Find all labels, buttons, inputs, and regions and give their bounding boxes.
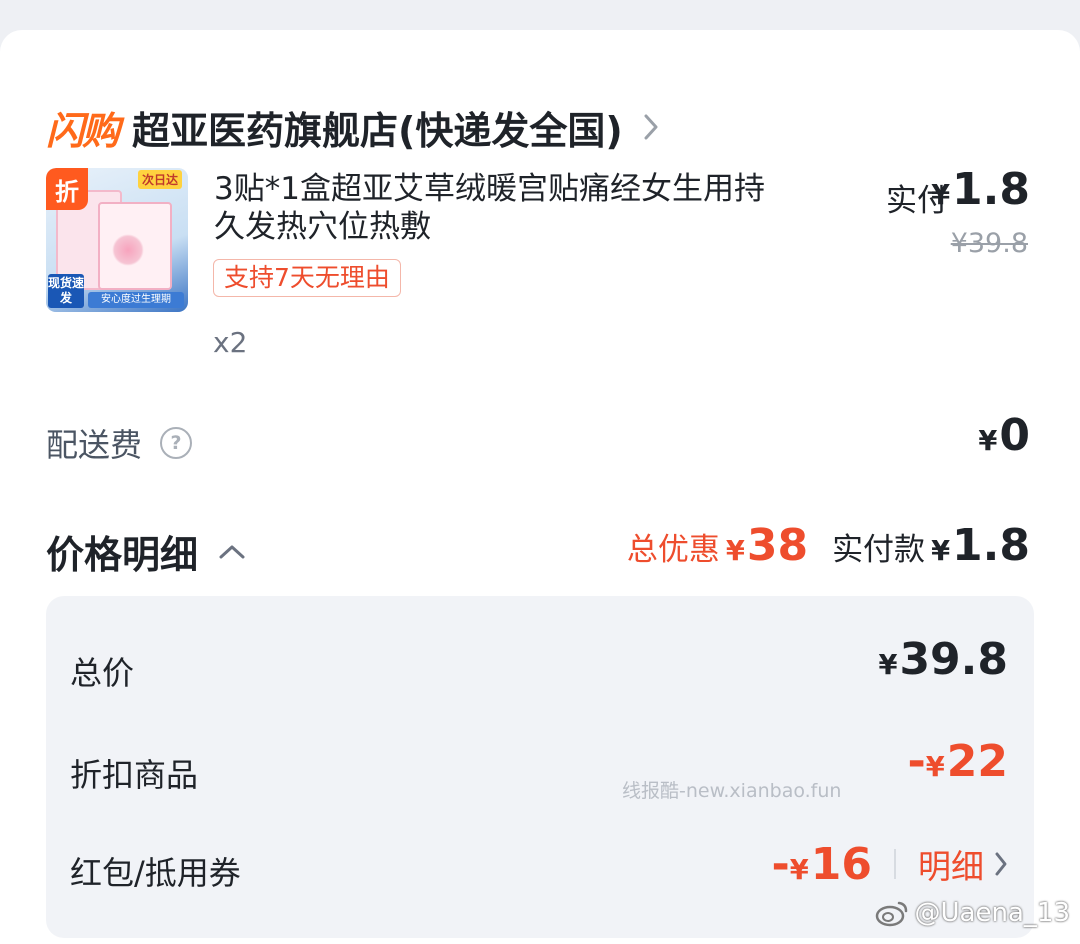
currency-symbol: ¥ [931, 536, 951, 567]
total-discount-value: 38 [746, 520, 809, 571]
flower-graphic [112, 234, 144, 266]
thumb-banner: 安心度过生理期 [88, 292, 184, 308]
product-thumbnail[interactable]: 折 次日达 现货速发 安心度过生理期 [46, 168, 188, 312]
coupon-detail-link[interactable]: 明细 [918, 840, 984, 888]
total-discount-amount: ¥38 [726, 520, 808, 571]
shipping-label: 配送费 [46, 426, 143, 464]
store-name[interactable]: 超亚医药旗舰店(快递发全国) [132, 100, 623, 155]
total-price-row: 总价 ¥39.8 [70, 634, 1008, 694]
weibo-watermark: @Uaena_13 [875, 898, 1070, 928]
price-detail-header[interactable]: 价格明细 [46, 524, 246, 579]
price-detail-title[interactable]: 价格明细 [46, 524, 198, 579]
shipping-row: 配送费 ? [46, 420, 193, 466]
coupon-label: 红包/抵用券 [70, 854, 241, 892]
currency-symbol: ¥ [789, 854, 809, 886]
minus-sign: - [907, 736, 926, 787]
currency-symbol: ¥ [725, 536, 745, 567]
shangou-logo: 闪购 [46, 108, 120, 153]
price-summary: 总优惠 ¥38 实付款 ¥1.8 [627, 520, 1030, 571]
store-header[interactable]: 闪购 超亚医药旗舰店(快递发全国) [46, 100, 659, 154]
original-price: ¥39.8 [950, 228, 1028, 259]
product-title[interactable]: 3贴*1盒超亚艾草绒暖宫贴痛经女生用持久发热穴位热敷 [214, 170, 774, 246]
help-icon[interactable]: ? [160, 427, 193, 459]
shipping-value-amount: 0 [999, 410, 1030, 461]
currency-symbol: ¥ [978, 426, 998, 457]
chevron-right-icon[interactable] [994, 851, 1008, 877]
ship-fast-badge: 现货速发 [48, 274, 84, 308]
chevron-up-icon[interactable] [218, 544, 246, 560]
chevron-right-icon[interactable] [643, 113, 659, 141]
coupon-amount: -¥16 [772, 839, 872, 890]
discount-goods-value: -¥22 [908, 736, 1008, 787]
next-day-tag: 次日达 [137, 170, 182, 189]
pay-amount-value: 1.8 [952, 164, 1030, 215]
pay-amount: ¥1.8 [931, 164, 1030, 215]
shipping-value: ¥0 [978, 410, 1030, 461]
weibo-handle: @Uaena_13 [914, 898, 1070, 928]
total-price-amount: 39.8 [899, 634, 1008, 685]
coupon-row: 红包/抵用券 -¥16 明细 [70, 834, 1008, 894]
price-breakdown-panel: 总价 ¥39.8 折扣商品 -¥22 线报酷-new.xianbao.fun 红… [46, 596, 1034, 938]
currency-symbol: ¥ [931, 180, 951, 211]
paid-amount-value: 1.8 [952, 520, 1030, 571]
minus-sign: - [771, 838, 790, 890]
discount-goods-label: 折扣商品 [70, 756, 199, 794]
paid-amount: ¥1.8 [931, 520, 1030, 571]
weibo-icon [875, 899, 909, 927]
coupon-amount-value: 16 [810, 838, 872, 890]
divider [894, 849, 896, 879]
watermark-text: 线报酷-new.xianbao.fun [622, 780, 842, 802]
coupon-right: -¥16 明细 [772, 834, 1008, 894]
total-price-label: 总价 [70, 654, 135, 692]
discount-badge: 折 [46, 168, 88, 210]
discount-goods-amount: 22 [946, 736, 1008, 787]
total-discount-label: 总优惠 [626, 532, 720, 568]
return-policy-tag: 支持7天无理由 [213, 259, 401, 297]
currency-symbol: ¥ [878, 650, 898, 681]
discount-goods-row: 折扣商品 -¥22 [70, 736, 1008, 796]
paid-label: 实付款 [832, 532, 926, 568]
total-price-value: ¥39.8 [878, 634, 1008, 685]
currency-symbol: ¥ [925, 752, 945, 783]
product-quantity: x2 [213, 326, 248, 359]
